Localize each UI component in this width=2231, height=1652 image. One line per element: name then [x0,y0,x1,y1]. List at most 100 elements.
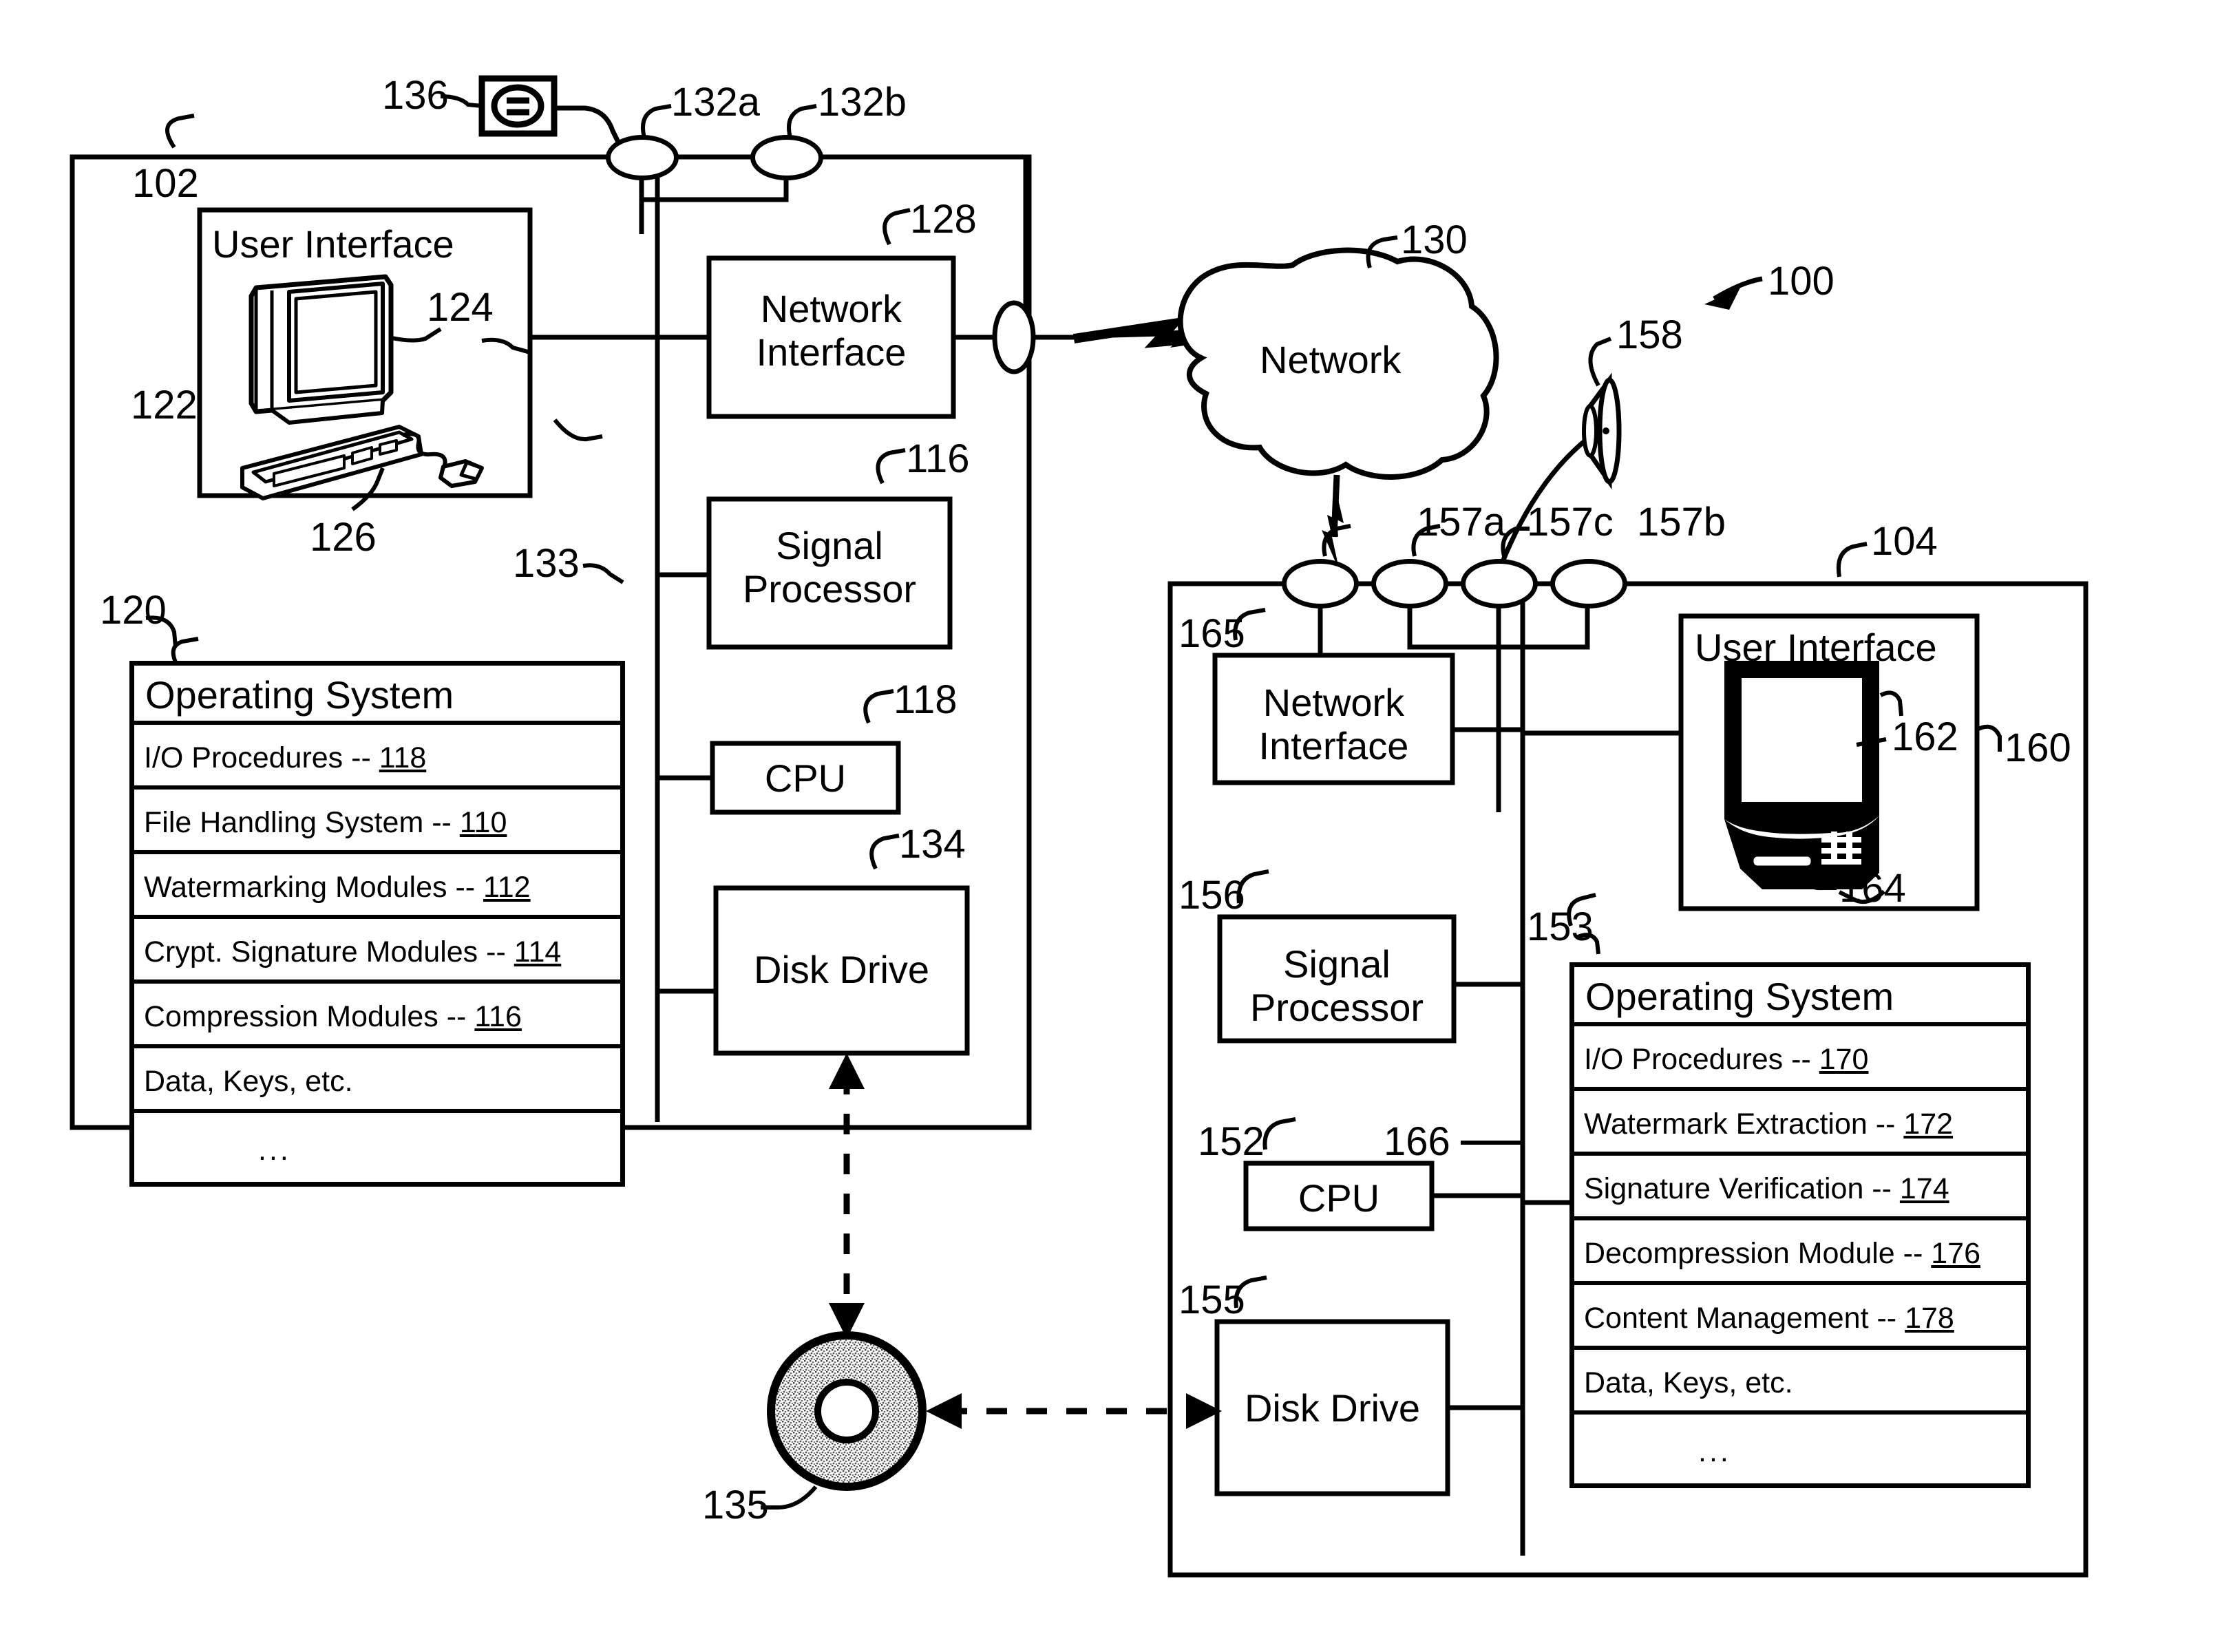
ref-126: 126 [310,515,377,560]
left-os-row-4: Compression Modules -- 116 [134,984,620,1048]
ref-132b: 132b [818,80,907,125]
right-os-row-2-num: 174 [1899,1172,1949,1205]
ref-157c: 157c [1527,500,1614,544]
left-os-row-3: Crypt. Signature Modules -- 114 [134,919,620,984]
right-disk-drive-label: Disk Drive [1217,1386,1448,1430]
left-os-row-3-num: 114 [514,935,562,968]
left-signal-processor-line1: Signal [776,524,883,567]
antenna-connector-157a [1371,559,1448,608]
left-os-title-row: Operating System [134,666,620,725]
right-network-interface-label: Network Interface [1215,681,1452,767]
antenna-connector-132a [606,135,679,180]
ref-133: 133 [513,541,580,586]
ref-116-signal: 116 [906,436,970,481]
right-os-row-0-label: I/O Procedures -- [1584,1043,1819,1076]
ref-124: 124 [427,285,494,330]
left-os-row-0-num: 118 [379,741,427,774]
ref-155: 155 [1178,1278,1245,1322]
right-os-row-1-label: Watermark Extraction -- [1584,1108,1904,1141]
left-network-interface-line2: Interface [756,330,907,374]
ref-162: 162 [1892,714,1958,759]
ref-164: 164 [1839,866,1906,911]
right-os-row-4-label: Content Management -- [1584,1302,1905,1335]
left-os-row-1-num: 110 [459,806,507,839]
right-os-row-4-num: 178 [1905,1302,1954,1335]
ref-165: 165 [1178,611,1245,656]
ref-157a: 157a [1417,500,1506,544]
left-os-row-0: I/O Procedures -- 118 [134,725,620,790]
right-network-interface-line1: Network [1262,681,1405,724]
right-signal-processor-line2: Processor [1249,985,1424,1029]
left-os-row-4-label: Compression Modules -- [144,1000,475,1033]
left-signal-processor-line2: Processor [742,566,917,611]
left-os-row-1-label: File Handling System -- [144,806,460,839]
right-operating-system-table: Operating System I/O Procedures -- 170 W… [1569,962,2031,1488]
right-network-interface-line2: Interface [1258,723,1409,767]
ref-157b: 157b [1637,500,1726,544]
right-os-row-6: ... [1574,1415,2026,1483]
right-cpu-label: CPU [1246,1176,1432,1220]
ref-118-cpu: 118 [894,677,958,722]
left-network-interface-label: Network Interface [709,287,953,374]
ref-120: 120 [100,588,167,633]
left-os-row-6-label: ... [258,1134,291,1167]
ref-130: 130 [1401,218,1468,262]
left-operating-system-table: Operating System I/O Procedures -- 118 F… [129,661,625,1187]
left-os-row-1: File Handling System -- 110 [134,790,620,854]
right-os-row-1: Watermark Extraction -- 172 [1574,1091,2026,1156]
ref-156: 156 [1178,873,1245,918]
left-os-row-2-label: Watermarking Modules -- [144,871,484,904]
ref-104: 104 [1871,519,1938,564]
left-disk-drive-label: Disk Drive [716,948,967,992]
ref-128: 128 [910,197,977,242]
left-os-row-5-label: Data, Keys, etc. [144,1065,353,1098]
right-os-row-5-label: Data, Keys, etc. [1584,1366,1793,1399]
right-disk-drive-line1: Disk Drive [1244,1386,1421,1430]
right-os-row-2: Signature Verification -- 174 [1574,1156,2026,1220]
left-os-row-5: Data, Keys, etc. [134,1048,620,1113]
ref-166: 166 [1384,1119,1450,1164]
right-os-row-5: Data, Keys, etc. [1574,1350,2026,1415]
right-signal-processor-line1: Signal [1283,942,1391,986]
ref-100: 100 [1768,259,1835,304]
right-user-interface-title: User Interface [1695,626,1937,669]
right-os-row-4: Content Management -- 178 [1574,1285,2026,1350]
patent-figure: 102 User Interface 124 122 126 133 136 1… [0,0,2231,1652]
left-cpu-label: CPU [712,756,898,801]
right-os-title: Operating System [1585,975,1894,1018]
left-user-interface-title: User Interface [212,222,454,266]
right-os-row-0-num: 170 [1819,1043,1869,1076]
ref-134: 134 [899,822,966,867]
right-cpu-line1: CPU [1298,1176,1380,1220]
ref-153: 153 [1527,904,1594,949]
network-connector-right [1282,559,1359,608]
right-os-row-2-label: Signature Verification -- [1584,1172,1900,1205]
left-disk-drive-line1: Disk Drive [753,948,930,991]
left-os-row-4-num: 116 [474,1000,522,1033]
left-os-row-2-num: 112 [483,871,531,904]
left-os-title: Operating System [145,673,454,717]
ref-152: 152 [1198,1119,1265,1164]
antenna-connector-157b [1550,559,1627,608]
left-os-row-6: ... [134,1113,620,1182]
network-label: Network [1260,338,1402,381]
right-os-row-3-label: Decompression Module -- [1584,1237,1932,1270]
right-os-row-3-num: 176 [1931,1237,1980,1270]
ref-102: 102 [132,161,199,206]
ref-158: 158 [1616,313,1683,357]
right-os-title-row: Operating System [1574,967,2026,1026]
right-os-row-1-num: 172 [1903,1108,1954,1141]
left-cpu-line1: CPU [764,756,847,800]
ref-135: 135 [702,1483,769,1527]
right-os-row-3: Decompression Module -- 176 [1574,1220,2026,1285]
left-os-row-0-label: I/O Procedures -- [144,741,379,774]
left-os-row-2: Watermarking Modules -- 112 [134,854,620,919]
right-os-row-6-label: ... [1698,1435,1731,1468]
ref-160: 160 [2005,726,2071,770]
left-network-interface-line1: Network [760,287,902,330]
left-os-row-3-label: Crypt. Signature Modules -- [144,935,514,968]
ref-122: 122 [131,383,198,427]
antenna-connector-132b [750,135,823,180]
right-signal-processor-label: Signal Processor [1220,942,1454,1029]
left-signal-processor-label: Signal Processor [709,524,950,611]
